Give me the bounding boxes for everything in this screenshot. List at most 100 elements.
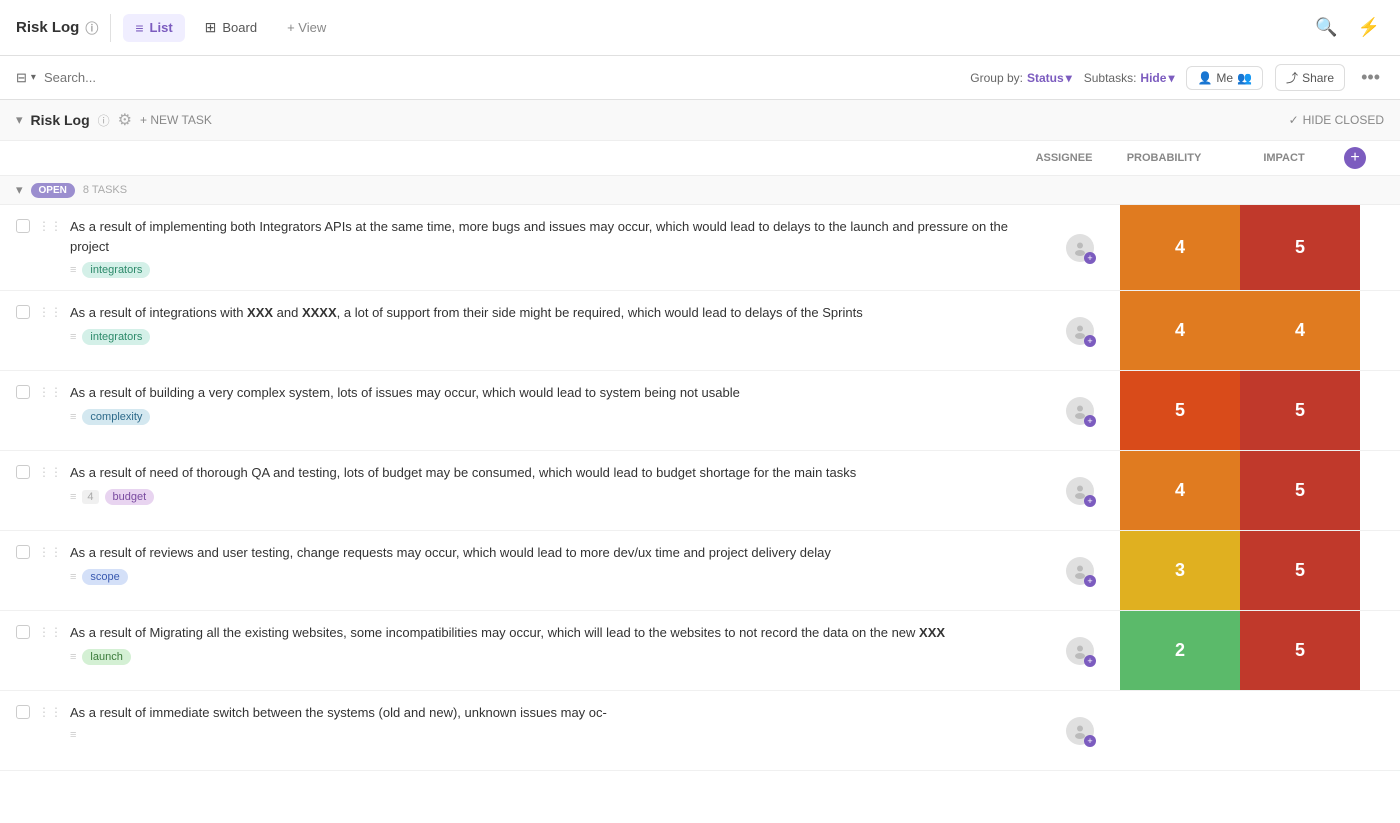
avatar[interactable]: + xyxy=(1066,317,1094,345)
avatar[interactable]: + xyxy=(1066,557,1094,585)
new-task-button[interactable]: + NEW TASK xyxy=(140,113,212,127)
lightning-icon[interactable]: ⚡ xyxy=(1354,13,1384,42)
drag-handle-icon[interactable]: ⋮⋮ xyxy=(38,465,62,479)
person-icon: 👤 xyxy=(1197,71,1212,85)
hide-closed-button[interactable]: ✓ HIDE CLOSED xyxy=(1289,113,1384,127)
task-tag[interactable]: complexity xyxy=(82,409,150,425)
table-row: ⋮⋮ As a result of implementing both Inte… xyxy=(0,205,1400,291)
drag-handle-icon[interactable]: ⋮⋮ xyxy=(38,705,62,719)
group-by-value[interactable]: Status ▾ xyxy=(1027,71,1072,85)
section-settings-icon[interactable]: ⚙ xyxy=(118,110,132,130)
task-meta: ≡ scope xyxy=(70,569,1032,585)
task-left: ⋮⋮ As a result of implementing both Inte… xyxy=(0,205,1040,290)
task-probability: 3 xyxy=(1120,531,1240,610)
me-button[interactable]: 👤 Me 👥 xyxy=(1186,66,1263,90)
avatar[interactable]: + xyxy=(1066,637,1094,665)
avatar-add-icon[interactable]: + xyxy=(1084,735,1096,747)
avatar[interactable]: + xyxy=(1066,717,1094,745)
drag-handle-icon[interactable]: ⋮⋮ xyxy=(38,545,62,559)
subtask-icon: ≡ xyxy=(70,491,76,503)
task-checkbox[interactable] xyxy=(16,385,30,399)
task-tag[interactable]: budget xyxy=(105,489,155,505)
task-checkbox[interactable] xyxy=(16,305,30,319)
task-left: ⋮⋮ As a result of integrations with XXX … xyxy=(0,291,1040,370)
filter-icon: ⊟ xyxy=(16,70,27,86)
task-text: As a result of reviews and user testing,… xyxy=(70,543,1032,563)
subtask-icon: ≡ xyxy=(70,411,76,423)
impact-value: 4 xyxy=(1240,291,1360,370)
tab-list[interactable]: ≡ List xyxy=(123,14,184,42)
status-toggle[interactable]: ▾ xyxy=(16,182,23,198)
drag-handle-icon[interactable]: ⋮⋮ xyxy=(38,385,62,399)
avatar[interactable]: + xyxy=(1066,397,1094,425)
task-left: ⋮⋮ As a result of reviews and user testi… xyxy=(0,531,1040,610)
impact-value: 5 xyxy=(1240,371,1360,450)
more-options-button[interactable]: ••• xyxy=(1357,65,1384,90)
section-title: Risk Log xyxy=(31,112,90,128)
filter-button[interactable]: ⊟ ▾ xyxy=(16,70,36,86)
avatar-add-icon[interactable]: + xyxy=(1084,252,1096,264)
tab-board-label: Board xyxy=(222,20,257,35)
avatar-add-icon[interactable]: + xyxy=(1084,495,1096,507)
task-left: ⋮⋮ As a result of Migrating all the exis… xyxy=(0,611,1040,690)
nav-divider xyxy=(110,14,111,42)
task-tag[interactable]: launch xyxy=(82,649,130,665)
info-icon[interactable]: ⓘ xyxy=(85,18,98,37)
group-by-status: Status xyxy=(1027,71,1064,85)
top-nav: Risk Log ⓘ ≡ List ⊞ Board + View 🔍 ⚡ xyxy=(0,0,1400,56)
task-impact: 5 xyxy=(1240,531,1360,610)
add-view-button[interactable]: + View xyxy=(277,14,336,41)
avatar[interactable]: + xyxy=(1066,234,1094,262)
task-text: As a result of immediate switch between … xyxy=(70,703,1032,723)
subtask-icon: ≡ xyxy=(70,729,76,741)
share-icon: ⤴ xyxy=(1286,69,1298,86)
task-content: As a result of immediate switch between … xyxy=(70,703,1032,741)
add-column-button[interactable]: + xyxy=(1344,147,1366,169)
avatar-add-icon[interactable]: + xyxy=(1084,335,1096,347)
search-input[interactable] xyxy=(44,70,962,85)
task-tag[interactable]: integrators xyxy=(82,262,150,278)
task-probability: 2 xyxy=(1120,611,1240,690)
subtasks-chevron: ▾ xyxy=(1168,71,1174,85)
tab-board[interactable]: ⊞ Board xyxy=(193,13,269,42)
share-button[interactable]: ⤴ Share xyxy=(1275,64,1345,91)
task-checkbox[interactable] xyxy=(16,465,30,479)
task-content: As a result of reviews and user testing,… xyxy=(70,543,1032,585)
task-impact: 5 xyxy=(1240,611,1360,690)
task-checkbox[interactable] xyxy=(16,705,30,719)
task-text: As a result of need of thorough QA and t… xyxy=(70,463,1032,483)
probability-value: 3 xyxy=(1120,531,1240,610)
avatar-add-icon[interactable]: + xyxy=(1084,575,1096,587)
drag-handle-icon[interactable]: ⋮⋮ xyxy=(38,305,62,319)
task-probability: 4 xyxy=(1120,291,1240,370)
task-checkbox[interactable] xyxy=(16,545,30,559)
task-assignee: + xyxy=(1040,291,1120,370)
avatar-add-icon[interactable]: + xyxy=(1084,415,1096,427)
drag-handle-icon[interactable]: ⋮⋮ xyxy=(38,625,62,639)
tasks-container: ⋮⋮ As a result of implementing both Inte… xyxy=(0,205,1400,823)
task-impact: 5 xyxy=(1240,205,1360,290)
avatar[interactable]: + xyxy=(1066,477,1094,505)
task-tag[interactable]: integrators xyxy=(82,329,150,345)
section-header: ▾ Risk Log ⓘ ⚙ + NEW TASK ✓ HIDE CLOSED xyxy=(0,100,1400,141)
column-headers: ASSIGNEE PROBABILITY IMPACT + xyxy=(0,141,1400,176)
subtasks-value[interactable]: Hide ▾ xyxy=(1140,71,1174,85)
subtasks-label: Subtasks: xyxy=(1084,71,1137,85)
subtask-icon: ≡ xyxy=(70,331,76,343)
task-add-col xyxy=(1360,531,1400,610)
tab-list-label: List xyxy=(150,20,173,35)
task-checkbox[interactable] xyxy=(16,219,30,233)
task-meta: ≡ launch xyxy=(70,649,1032,665)
section-toggle[interactable]: ▾ xyxy=(16,112,23,128)
task-text: As a result of implementing both Integra… xyxy=(70,217,1032,256)
section-info-icon[interactable]: ⓘ xyxy=(98,112,110,129)
page-title-area: Risk Log ⓘ xyxy=(16,18,98,37)
checkmark-icon: ✓ xyxy=(1289,113,1299,127)
task-tag[interactable]: scope xyxy=(82,569,127,585)
task-checkbox[interactable] xyxy=(16,625,30,639)
avatar-add-icon[interactable]: + xyxy=(1084,655,1096,667)
add-view-label: + View xyxy=(287,20,326,35)
col-assignee-header: ASSIGNEE xyxy=(1024,152,1104,164)
drag-handle-icon[interactable]: ⋮⋮ xyxy=(38,219,62,233)
search-icon[interactable]: 🔍 xyxy=(1311,13,1341,42)
